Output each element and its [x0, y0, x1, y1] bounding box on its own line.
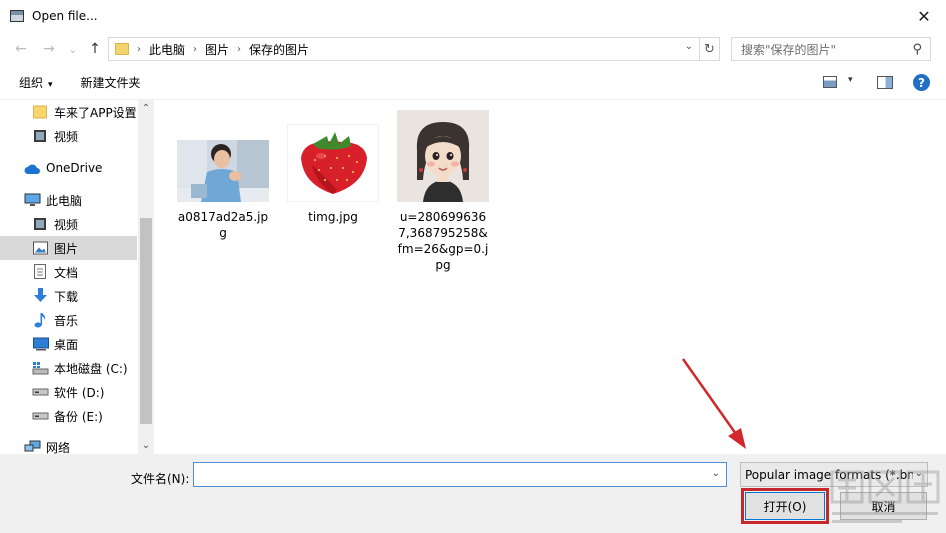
address-bar[interactable]: › 此电脑 › 图片 › 保存的图片 ⌄: [108, 37, 700, 61]
open-button[interactable]: 打开(O): [741, 488, 829, 524]
folder-icon: [115, 43, 129, 55]
forward-arrow-icon[interactable]: →: [38, 38, 60, 60]
pictures-icon: [33, 241, 48, 255]
scroll-up-arrow-icon[interactable]: ⌃: [138, 103, 154, 114]
sidebar-item-label: 图片: [54, 241, 79, 256]
cloud-icon: [24, 164, 40, 174]
sidebar-item-desktop[interactable]: 桌面: [0, 332, 137, 356]
help-icon[interactable]: ?: [913, 74, 930, 91]
sidebar-item-music[interactable]: 音乐: [0, 308, 137, 332]
sidebar-item-label: 视频: [54, 129, 79, 144]
download-icon: [34, 288, 47, 302]
cartoon-girl-thumbnail: [397, 110, 489, 202]
chevron-down-icon[interactable]: ⌄: [712, 468, 720, 479]
command-toolbar: 组织 ▾ 新建文件夹 ▾ ?: [0, 66, 946, 100]
title-bar: Open file... ✕: [0, 0, 946, 32]
scrollbar-thumb[interactable]: [140, 218, 152, 424]
sidebar-item-label: 视频: [54, 217, 79, 232]
video-icon: [34, 218, 46, 230]
breadcrumb-pictures[interactable]: 图片: [205, 41, 229, 58]
sidebar-item-label: 此电脑: [46, 193, 83, 208]
file-item[interactable]: a0817ad2a5.jpg: [177, 140, 269, 241]
recent-locations-icon[interactable]: ⌄: [62, 38, 84, 60]
computer-icon: [24, 193, 41, 206]
file-type-value: Popular image formats (*.bn: [745, 468, 915, 482]
video-icon: [34, 130, 46, 142]
sidebar-item-label: 备份 (E:): [54, 409, 103, 424]
close-button[interactable]: ✕: [902, 0, 946, 32]
system-drive-icon: [32, 362, 49, 375]
organize-menu[interactable]: 组织 ▾: [19, 74, 53, 91]
photo-boy-thumbnail: [177, 140, 269, 202]
navigation-bar: ← → ⌄ ↑ › 此电脑 › 图片 › 保存的图片 ⌄ ↻ 搜索"保存的图片"…: [0, 32, 946, 66]
file-item[interactable]: u=2806996367,368795258&fm=26&gp=0.jpg: [397, 110, 489, 273]
chevron-down-icon[interactable]: ▾: [848, 75, 853, 85]
network-icon: [24, 440, 41, 452]
sidebar-item-label: 车来了APP设置: [54, 105, 137, 120]
sidebar-item-label: OneDrive: [46, 161, 103, 175]
sidebar-item-documents[interactable]: 文档: [0, 260, 137, 284]
sidebar-item-label: 下载: [54, 289, 79, 304]
preview-pane-icon[interactable]: [877, 76, 893, 89]
sidebar-scrollbar[interactable]: ⌃ ⌄: [138, 100, 154, 454]
app-icon: [10, 10, 24, 22]
sidebar-item-label: 音乐: [54, 313, 79, 328]
file-list: a0817ad2a5.jpg timg.jpg u=2806996367,368…: [155, 100, 946, 454]
music-note-icon: [34, 313, 46, 328]
sidebar-item-label: 桌面: [54, 337, 79, 352]
sidebar-item-label: 本地磁盘 (C:): [54, 361, 128, 376]
filename-label: 文件名(N):: [131, 472, 190, 486]
sidebar-item-label: 文档: [54, 265, 79, 280]
sidebar-item-drive-d[interactable]: 软件 (D:): [0, 380, 137, 404]
search-input[interactable]: 搜索"保存的图片" ⚲: [731, 37, 931, 61]
search-icon[interactable]: ⚲: [912, 42, 922, 57]
sidebar-item-onedrive[interactable]: OneDrive: [0, 156, 137, 180]
chevron-down-icon: ▾: [48, 80, 53, 90]
filename-input[interactable]: ⌄: [193, 462, 727, 487]
organize-label: 组织: [19, 76, 44, 90]
breadcrumb-separator[interactable]: ›: [237, 44, 241, 55]
sidebar-item-app-settings-folder[interactable]: 车来了APP设置: [0, 100, 137, 124]
breadcrumb-saved-pictures[interactable]: 保存的图片: [249, 41, 309, 58]
file-name: a0817ad2a5.jpg: [177, 210, 269, 240]
search-placeholder: 搜索"保存的图片": [741, 42, 837, 57]
sidebar-item-label: 网络: [46, 440, 71, 455]
document-icon: [34, 264, 46, 279]
scroll-down-arrow-icon[interactable]: ⌄: [138, 440, 154, 451]
dialog-footer: 文件名(N): ⌄ Popular image formats (*.bn ⌄ …: [0, 454, 946, 533]
sidebar-item-this-pc[interactable]: 此电脑: [0, 188, 137, 212]
file-type-select[interactable]: Popular image formats (*.bn ⌄: [740, 462, 928, 487]
cancel-button[interactable]: 取消: [840, 492, 927, 520]
file-item[interactable]: timg.jpg: [287, 124, 379, 225]
refresh-icon[interactable]: ↻: [700, 37, 720, 61]
new-folder-button[interactable]: 新建文件夹: [81, 74, 141, 91]
desktop-icon: [33, 337, 49, 351]
file-name: timg.jpg: [308, 210, 358, 224]
sidebar-item-drive-e[interactable]: 备份 (E:): [0, 404, 137, 428]
sidebar-item-videos[interactable]: 视频: [0, 212, 137, 236]
sidebar-item-drive-c[interactable]: 本地磁盘 (C:): [0, 356, 137, 380]
view-mode-icon[interactable]: [823, 76, 837, 88]
chevron-down-icon[interactable]: ⌄: [685, 41, 693, 52]
navigation-pane: 车来了APP设置 视频 OneDrive 此电脑 视频 图片 文档 下载 音乐 …: [0, 100, 154, 454]
breadcrumb-this-pc[interactable]: 此电脑: [149, 41, 185, 58]
chevron-down-icon: ⌄: [912, 468, 923, 479]
up-arrow-icon[interactable]: ↑: [84, 38, 106, 60]
file-name: u=2806996367,368795258&fm=26&gp=0.jpg: [397, 210, 489, 272]
sidebar-item-label: 软件 (D:): [54, 385, 105, 400]
folder-icon: [33, 105, 47, 119]
drive-icon: [32, 412, 49, 420]
sidebar-item-pictures[interactable]: 图片: [0, 236, 137, 260]
back-arrow-icon[interactable]: ←: [10, 38, 32, 60]
sidebar-item-videos[interactable]: 视频: [0, 124, 137, 148]
breadcrumb-separator[interactable]: ›: [137, 44, 141, 55]
strawberry-thumbnail: [287, 124, 379, 202]
sidebar-item-downloads[interactable]: 下载: [0, 284, 137, 308]
window-title: Open file...: [32, 9, 98, 23]
breadcrumb-separator[interactable]: ›: [193, 44, 197, 55]
sidebar-item-network[interactable]: 网络: [0, 435, 137, 454]
drive-icon: [32, 388, 49, 396]
